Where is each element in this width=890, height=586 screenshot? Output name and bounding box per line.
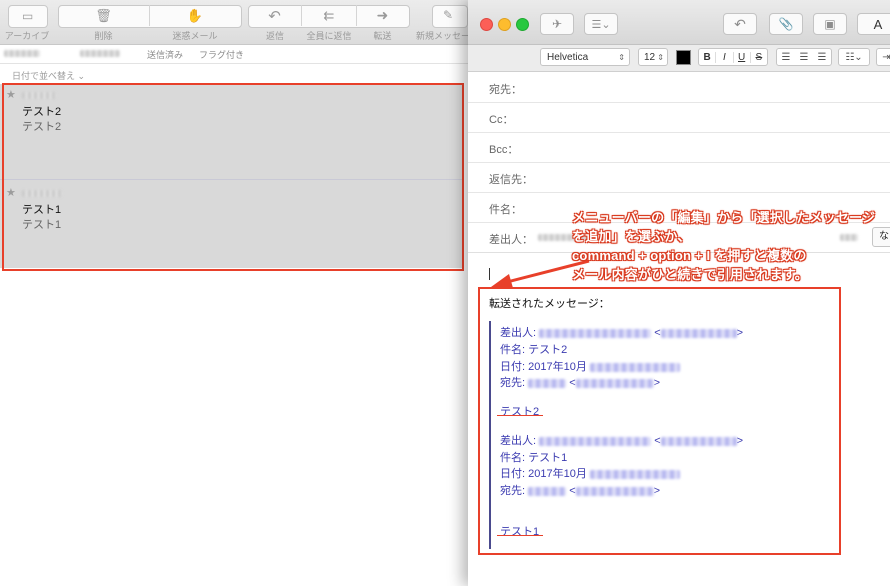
- indent-icon: ⇥: [882, 51, 890, 63]
- format-toggle-button[interactable]: A: [857, 13, 890, 35]
- format-bar: Helvetica ⇕ 12 ⇕ B I U S ☰ ☰ ☰ ☷⌄ ⇥: [468, 45, 890, 72]
- list-options-icon: ☰⌄: [591, 18, 611, 31]
- chevron-updown-icon: ⇕: [657, 52, 664, 62]
- archive-label: アーカイブ: [4, 31, 50, 41]
- bold-button[interactable]: B: [699, 52, 715, 63]
- text-color-well[interactable]: [674, 48, 692, 66]
- forward-arrow-icon: ➜: [376, 7, 389, 23]
- reply-arrow-icon: ↶: [268, 7, 281, 25]
- attach-button[interactable]: 📎: [769, 13, 803, 35]
- compose-titlebar: ✈ ☰⌄ ↶ 📎 ▣ A: [468, 0, 890, 45]
- reply-label: 返信: [265, 31, 284, 41]
- bcc-label: Bcc：: [489, 144, 519, 156]
- annotation-line-4: メール内容がひと続きで引用されます。: [572, 267, 808, 282]
- font-size-value: 12: [644, 51, 656, 63]
- cc-field[interactable]: Cc：: [468, 102, 890, 133]
- reply-arrow-icon: ↶: [734, 15, 746, 32]
- new-message-label: 新規メッセー: [416, 31, 471, 41]
- sort-menu[interactable]: 日付で並べ替え ⌄: [12, 69, 85, 82]
- reply-to-field[interactable]: 返信先：: [468, 162, 890, 193]
- close-window-button[interactable]: [480, 18, 493, 31]
- archive-icon: ▭: [22, 9, 34, 23]
- favorite-flagged[interactable]: フラグ付き: [199, 48, 244, 61]
- new-message-button[interactable]: ✎: [432, 5, 468, 28]
- reply-toolbar-button[interactable]: ↶: [723, 13, 757, 35]
- list-style-select[interactable]: ☷⌄: [838, 48, 870, 66]
- photo-icon: ▣: [824, 17, 836, 31]
- font-family-select[interactable]: Helvetica ⇕: [540, 48, 630, 66]
- underline-button[interactable]: U: [732, 51, 750, 63]
- minimize-window-button[interactable]: [498, 18, 511, 31]
- strikethrough-button[interactable]: S: [749, 51, 767, 63]
- reply-all-button[interactable]: ⇇: [302, 5, 356, 26]
- archive-button[interactable]: ▭: [8, 5, 48, 28]
- to-field[interactable]: 宛先：: [468, 72, 890, 103]
- trash-icon: 🗑: [95, 7, 112, 23]
- alignment-group: ☰ ☰ ☰: [776, 48, 832, 66]
- annotation-callout: メニューバーの「編集」から「選択したメッセージ を追加」を選ぶか、 comman…: [572, 208, 884, 284]
- header-fields-menu[interactable]: ☰⌄: [584, 13, 618, 35]
- forward-label: 転送: [373, 31, 392, 41]
- italic-button[interactable]: I: [715, 51, 732, 63]
- thumbs-down-icon: ✋: [186, 7, 204, 23]
- junk-button[interactable]: ✋: [150, 5, 240, 26]
- photo-browser-button[interactable]: ▣: [813, 13, 847, 35]
- reply-button[interactable]: ↶: [248, 5, 301, 26]
- annotation-line-1: メニューバーの「編集」から「選択したメッセージ: [572, 210, 876, 225]
- cc-label: Cc：: [489, 114, 514, 126]
- font-family-value: Helvetica: [547, 51, 589, 63]
- align-left-icon[interactable]: ☰: [782, 52, 791, 63]
- to-label: 宛先：: [489, 84, 522, 96]
- mailbox-favorite-blurred-2[interactable]: [80, 50, 120, 57]
- text-style-group: B I U S: [698, 48, 768, 66]
- forward-button[interactable]: ➜: [357, 5, 408, 26]
- reply-all-label: 全員に返信: [306, 31, 352, 41]
- indent-select[interactable]: ⇥: [876, 48, 890, 66]
- from-label: 差出人：: [489, 234, 533, 246]
- delete-button[interactable]: 🗑: [58, 5, 149, 26]
- delete-label: 削除: [94, 31, 113, 41]
- align-right-icon[interactable]: ☰: [818, 52, 827, 63]
- bullet-list-icon: ☷⌄: [845, 51, 863, 63]
- paperclip-icon: 📎: [778, 17, 794, 31]
- zoom-window-button[interactable]: [516, 18, 529, 31]
- font-size-select[interactable]: 12 ⇕: [638, 48, 668, 66]
- send-button[interactable]: ✈: [540, 13, 574, 35]
- reply-all-icon: ⇇: [323, 7, 335, 23]
- subject-label: 件名：: [489, 204, 522, 216]
- color-swatch: [676, 49, 691, 65]
- align-center-icon[interactable]: ☰: [800, 52, 809, 63]
- paper-plane-icon: ✈: [551, 17, 563, 31]
- bcc-field[interactable]: Bcc：: [468, 132, 890, 163]
- chevron-updown-icon: ⇕: [618, 52, 625, 62]
- font-panel-icon: A: [873, 16, 883, 32]
- reply-to-label: 返信先：: [489, 174, 533, 186]
- junk-label: 迷惑メール: [172, 31, 218, 41]
- annotation-line-3: command + option + I を押すと複数の: [572, 248, 807, 263]
- selection-highlight-box: [2, 83, 464, 271]
- annotation-line-2: を追加」を選ぶか、: [572, 229, 691, 244]
- mailbox-favorite-blurred[interactable]: [4, 50, 40, 57]
- forwarded-content-highlight-box: [478, 287, 841, 555]
- favorite-sent[interactable]: 送信済み: [147, 48, 183, 61]
- compose-icon: ✎: [443, 8, 454, 22]
